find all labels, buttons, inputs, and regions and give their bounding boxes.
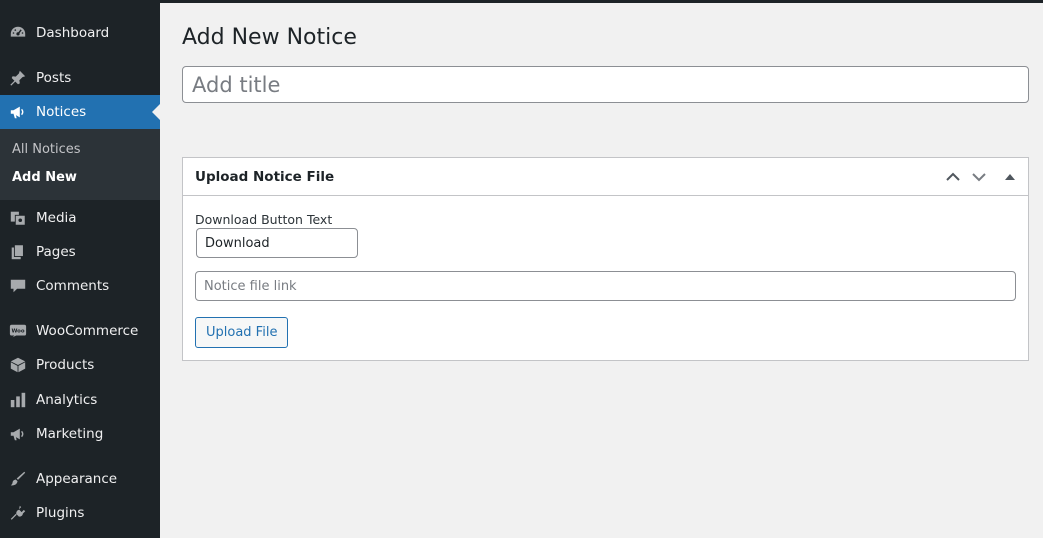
sidebar-item-media[interactable]: Media [0, 201, 160, 235]
sidebar-submenu: All Notices Add New [0, 129, 160, 200]
sidebar-item-plugins[interactable]: Plugins [0, 496, 160, 530]
chevron-down-icon[interactable] [970, 168, 988, 186]
sidebar-item-notices[interactable]: Notices [0, 95, 160, 129]
sidebar-item-pages[interactable]: Pages [0, 235, 160, 269]
sidebar-item-label: Posts [36, 70, 72, 86]
metabox-title: Upload Notice File [195, 169, 335, 185]
sidebar-item-label: Media [36, 210, 77, 226]
sidebar-item-label: Products [36, 357, 95, 373]
svg-text:Woo: Woo [11, 328, 24, 334]
sidebar-item-label: Notices [36, 104, 87, 120]
sidebar-item-label: Analytics [36, 392, 98, 408]
sidebar-item-appearance[interactable]: Appearance [0, 462, 160, 496]
dashboard-icon [10, 26, 26, 37]
metabox-header: Upload Notice File [183, 158, 1028, 196]
chevron-up-icon[interactable] [944, 168, 962, 186]
pages-icon [11, 244, 24, 260]
sidebar-item-label: Plugins [36, 505, 85, 521]
megaphone-icon [10, 106, 24, 119]
sidebar-item-label: Comments [36, 278, 110, 294]
sidebar-item-dashboard[interactable]: Dashboard [0, 16, 160, 50]
upload-notice-metabox: Upload Notice File Download Button Text … [182, 157, 1029, 361]
download-button-text-label: Download Button Text [195, 212, 333, 227]
sidebar-item-label: Marketing [36, 426, 104, 442]
submenu-item-add-new[interactable]: Add New [12, 170, 77, 185]
megaphone-icon [10, 428, 24, 441]
page-title: Add New Notice [182, 25, 357, 50]
sidebar-item-label: Appearance [36, 471, 118, 487]
sidebar-item-marketing[interactable]: Marketing [0, 417, 160, 451]
sidebar-item-products[interactable]: Products [0, 348, 160, 382]
comment-icon [10, 279, 26, 293]
upload-file-button[interactable]: Upload File [195, 317, 289, 348]
sidebar-item-label: Pages [36, 244, 76, 260]
sidebar-item-posts[interactable]: Posts [0, 61, 160, 95]
woo-icon: Woo [9, 324, 27, 338]
notice-file-link-input[interactable] [195, 271, 1016, 301]
box-icon [10, 357, 26, 373]
current-menu-arrow [152, 104, 160, 120]
sidebar-item-label: WooCommerce [36, 323, 139, 339]
download-button-text-input[interactable] [196, 228, 358, 258]
sidebar-item-comments[interactable]: Comments [0, 269, 160, 303]
plug-icon [10, 505, 26, 520]
brush-icon [10, 471, 26, 486]
sidebar-item-woocommerce[interactable]: Woo WooCommerce [0, 314, 160, 348]
admin-sidebar: Dashboard Posts Notices All Notices Add … [0, 0, 160, 538]
sidebar-item-analytics[interactable]: Analytics [0, 383, 160, 417]
media-icon [10, 211, 26, 226]
toggle-panel-icon[interactable] [1001, 168, 1019, 186]
submenu-item-all-notices[interactable]: All Notices [12, 142, 81, 157]
sidebar-item-label: Dashboard [36, 25, 110, 41]
bar-chart-icon [10, 392, 26, 408]
title-input[interactable] [182, 66, 1029, 103]
pin-icon [10, 70, 26, 86]
